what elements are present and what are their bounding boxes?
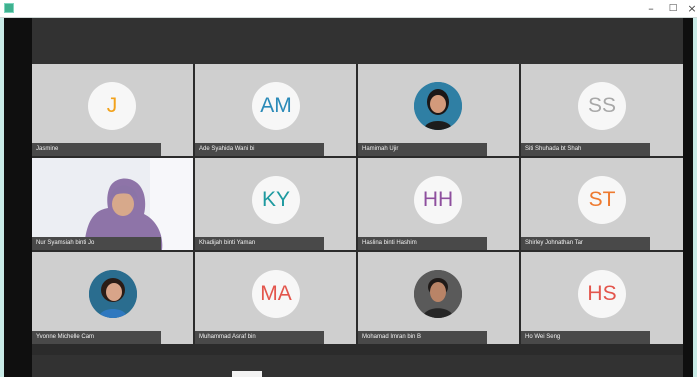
participant-tile[interactable]: HH Haslina binti Hashim <box>358 158 519 250</box>
person-photo-icon <box>89 270 137 318</box>
participant-avatar: ST <box>578 176 626 224</box>
participant-name: Siti Shuhada bt Shah <box>521 143 650 156</box>
participant-tile[interactable]: SS Siti Shuhada bt Shah <box>521 64 683 156</box>
participant-name: Shirley Johnathan Tar <box>521 237 650 250</box>
participant-tile[interactable]: Yvonne Michelle Cam <box>32 252 193 344</box>
avatar-initials: KY <box>261 188 290 211</box>
participant-name: Jasmine <box>32 143 161 156</box>
participant-avatar: SS <box>578 82 626 130</box>
participant-tile[interactable]: Hamimah Ujir <box>358 64 519 156</box>
avatar-initials: HS <box>587 282 617 305</box>
participant-photo <box>89 270 137 318</box>
participant-tile[interactable]: KY Khadijah binti Yaman <box>195 158 356 250</box>
participant-tile[interactable]: ST Shirley Johnathan Tar <box>521 158 683 250</box>
participant-avatar: AM <box>252 82 300 130</box>
participant-name: Khadijah binti Yaman <box>195 237 324 250</box>
close-button[interactable]: × <box>681 1 697 16</box>
participant-avatar: KY <box>252 176 300 224</box>
title-bar: – □ × <box>0 0 697 18</box>
person-photo-icon <box>414 82 462 130</box>
participant-avatar: HH <box>414 176 462 224</box>
participant-avatar: MA <box>252 270 300 318</box>
meeting-top-bar <box>32 18 683 64</box>
participant-tile[interactable]: AM Ade Syahida Wani bi <box>195 64 356 156</box>
person-photo-icon <box>414 270 462 318</box>
participant-tile[interactable]: Nur Syamsiah binti Jo <box>32 158 193 250</box>
participant-name: Muhammad Asraf bin <box>195 331 324 344</box>
participant-tile[interactable]: HS Ho Wei Seng <box>521 252 683 344</box>
meeting-bottom-bar <box>32 355 683 377</box>
toolbar-indicator <box>232 371 262 377</box>
participant-name: Mohamad Imran bin B <box>358 331 487 344</box>
avatar-initials: AM <box>260 94 292 117</box>
participant-name: Haslina binti Hashim <box>358 237 487 250</box>
participant-photo <box>414 82 462 130</box>
avatar-initials: SS <box>587 94 616 117</box>
participant-tile[interactable]: MA Muhammad Asraf bin <box>195 252 356 344</box>
avatar-initials: J <box>106 94 118 117</box>
meeting-stage: J Jasmine AM Ade Syahida Wani bi Hamimah… <box>4 18 693 377</box>
participant-name: Yvonne Michelle Cam <box>32 331 161 344</box>
participant-name: Ho Wei Seng <box>521 331 650 344</box>
participant-photo <box>414 270 462 318</box>
avatar-initials: MA <box>260 282 292 305</box>
participant-tile[interactable]: J Jasmine <box>32 64 193 156</box>
minimize-button[interactable]: – <box>640 1 662 16</box>
participant-name: Nur Syamsiah binti Jo <box>32 237 161 250</box>
participant-tile[interactable]: Mohamad Imran bin B <box>358 252 519 344</box>
avatar-initials: HH <box>422 188 454 211</box>
participant-grid: J Jasmine AM Ade Syahida Wani bi Hamimah… <box>32 64 683 355</box>
app-icon <box>4 3 14 13</box>
participant-avatar: HS <box>578 270 626 318</box>
participant-name: Ade Syahida Wani bi <box>195 143 324 156</box>
participant-name: Hamimah Ujir <box>358 143 487 156</box>
participant-avatar: J <box>88 82 136 130</box>
avatar-initials: ST <box>588 188 616 211</box>
window-frame-right <box>693 18 697 377</box>
